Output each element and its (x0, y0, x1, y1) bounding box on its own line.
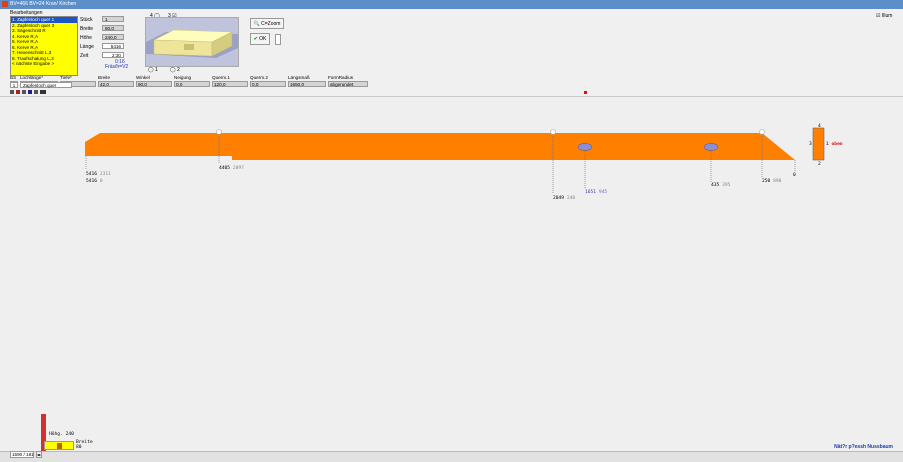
dim-right-end: 0 (793, 173, 796, 178)
beam-side-view (85, 133, 795, 160)
param-value[interactable]: 0,0 (250, 81, 286, 87)
operation-name[interactable]: Zapfenloch quer (20, 82, 72, 88)
cs-right-label: 1 oben (826, 142, 843, 147)
beam-3d-preview (145, 17, 239, 67)
brand-text: Nät?r p?essh Nussbaum (834, 444, 893, 450)
zoom-field[interactable]: 1590 / 181 (10, 451, 34, 458)
cs-top-label: 4 (818, 124, 821, 129)
radio-view-1[interactable]: ◯ 1 (148, 67, 158, 73)
mini-hoehe-text: Höhg. 240 (49, 432, 74, 437)
breite-field[interactable]: 80,0 (102, 25, 124, 31)
stueck-field[interactable]: 1 (102, 16, 124, 22)
position-marker (584, 91, 587, 94)
cs-bottom-label: 2 (818, 162, 821, 167)
ok-button[interactable]: ✔ OK (250, 33, 270, 45)
dim-mark5: 250 890 (762, 179, 782, 184)
radio-view-2[interactable]: ◯ 2 (170, 67, 180, 73)
param-header: FormRadius (328, 75, 354, 80)
zoom-stepper[interactable]: ◂▸ (36, 451, 42, 458)
fraes-info: Fräs/h=V2 (105, 64, 129, 70)
param-value[interactable]: 42,0 (98, 81, 134, 87)
param-value[interactable]: 90,0 (136, 81, 172, 87)
breite-label: Breite (80, 26, 94, 32)
zeit-label: Zeit (80, 53, 89, 59)
operations-list[interactable]: 1. Zapfenloch quer 1 2. Zapfenloch quer … (10, 16, 78, 76)
dim-left-total: 5416 2311 (86, 172, 111, 177)
param-header: Winkel (136, 75, 150, 80)
zeit-field[interactable]: 2:30 (102, 52, 124, 58)
window-title: BV=466 BV=24 Kran/ Kirchen (10, 1, 77, 7)
param-header: Tiefe* (60, 75, 72, 80)
hoehe-field[interactable]: 240,0 (102, 34, 124, 40)
bs-label: BS (10, 75, 17, 80)
dim-mark1: 4405 2097 (219, 166, 244, 171)
dim-mark3: 1651 945 (585, 190, 608, 195)
param-value[interactable]: 120,0 (212, 81, 248, 87)
mini-beam-preview (44, 441, 74, 450)
param-header: Breite (98, 75, 111, 80)
hole-marker (577, 143, 593, 151)
separator (0, 96, 903, 97)
illum-checkbox[interactable]: ☑ Illum (876, 13, 892, 19)
hoehe-label: Höhe (80, 35, 92, 41)
param-header: Querm.2 (250, 75, 268, 80)
status-bar (0, 451, 903, 462)
ok-spinner[interactable] (275, 34, 281, 45)
param-value[interactable]: 0,0 (174, 81, 210, 87)
notch-marker (759, 129, 765, 135)
stueck-label: Stück (80, 17, 93, 23)
mini-toolbar (10, 90, 50, 95)
beam-drawing (85, 127, 825, 194)
title-bar: BV=466 BV=24 Kran/ Kirchen (0, 0, 903, 9)
param-header: Lochlänge* (20, 75, 43, 80)
checkmark-icon: ✔ (253, 36, 258, 42)
param-header: Querm.1 (212, 75, 230, 80)
param-value[interactable]: abgerundet (328, 81, 368, 87)
hole-marker (703, 143, 719, 151)
app-logo-icon (2, 1, 8, 7)
magnifier-icon: 🔍 (253, 21, 260, 27)
mini-breite-value: 80 (76, 445, 82, 450)
operation-index[interactable]: 1 (10, 82, 18, 88)
notch-marker (550, 129, 556, 135)
laenge-label: Länge (80, 44, 94, 50)
cs-left-label: 3 (809, 142, 812, 147)
param-header: Neigung (174, 75, 192, 80)
dim-mark4: 435 395 (711, 183, 731, 188)
mini-toolbar-icons (10, 90, 46, 94)
zoom-button[interactable]: 🔍 C=Zoom (250, 18, 284, 29)
param-value[interactable]: 1650,0 (288, 81, 326, 87)
parameter-row: BS 3 Lochlänge* 80,0 Tiefe* 40,0 Breite … (10, 75, 440, 89)
dim-left-total2: 5416 0 (86, 179, 103, 184)
cross-section (812, 127, 825, 161)
dim-mark2: 2049 240 (553, 196, 576, 201)
beam-3d-drawing (146, 18, 238, 66)
laenge-field[interactable]: 5416 (102, 43, 124, 49)
notch-marker (216, 129, 222, 135)
param-header: Längsmaß (288, 75, 310, 80)
list-item[interactable]: < nächste Eingabe > (11, 61, 77, 67)
